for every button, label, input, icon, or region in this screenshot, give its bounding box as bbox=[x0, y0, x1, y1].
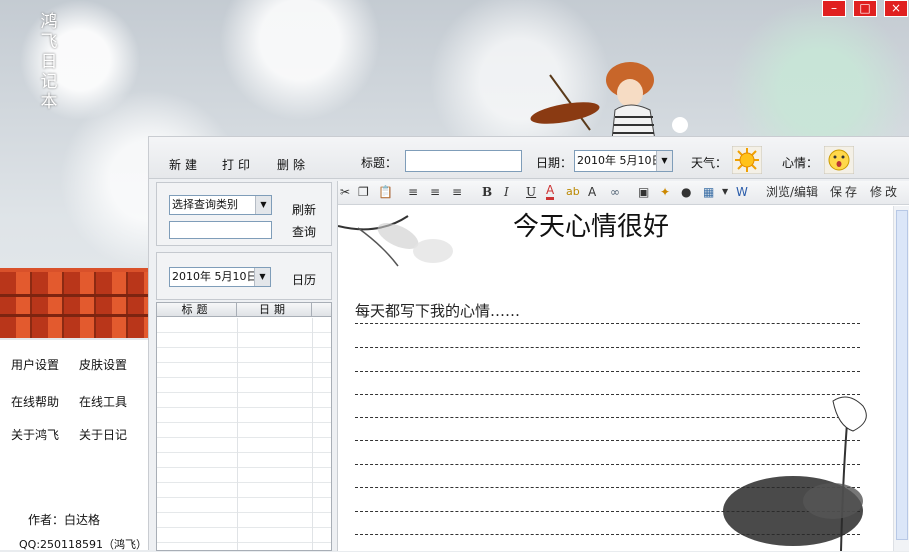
query-input[interactable] bbox=[169, 221, 272, 239]
cut-icon[interactable]: ✂ bbox=[340, 184, 350, 200]
minimize-button[interactable]: – bbox=[822, 0, 846, 17]
app-title-char: 日 bbox=[40, 52, 58, 72]
violinist-girl-illustration bbox=[530, 62, 688, 140]
align-right-icon[interactable]: ≡ bbox=[452, 184, 462, 200]
special-icon[interactable]: ✦ bbox=[660, 184, 670, 200]
list-rows bbox=[157, 318, 331, 550]
underline-icon[interactable]: U bbox=[526, 184, 536, 200]
compass-icon[interactable]: ● bbox=[681, 184, 691, 200]
about-diary-link[interactable]: 关于日记 bbox=[79, 426, 127, 443]
user-settings-link[interactable]: 用户设置 bbox=[11, 356, 59, 373]
date-filter-panel: 2010年 5月10日 ▼ 日历 bbox=[156, 252, 332, 300]
online-help-link[interactable]: 在线帮助 bbox=[11, 393, 59, 410]
document-title[interactable]: 今天心情很好 bbox=[513, 206, 669, 243]
print-button[interactable]: 打印 bbox=[222, 156, 254, 173]
diary-list[interactable]: 标题 日期 bbox=[156, 302, 332, 551]
column-divider bbox=[237, 318, 238, 550]
app-title-vertical: 鸿 飞 日 记 本 bbox=[40, 12, 58, 112]
chevron-down-icon[interactable]: ▼ bbox=[254, 268, 270, 286]
about-hongfei-link[interactable]: 关于鸿飞 bbox=[11, 426, 59, 443]
ruled-line bbox=[355, 323, 860, 324]
main-panel: 新建 打印 删除 标题： 日期： 2010年 5月10日 ▼ 天气： 心情： 选… bbox=[148, 136, 909, 551]
column-header-date[interactable]: 日期 bbox=[237, 303, 312, 316]
refresh-button[interactable]: 刷新 bbox=[292, 201, 316, 218]
ruled-line bbox=[355, 371, 860, 372]
title-label: 标题： bbox=[361, 156, 398, 170]
date-label: 日期： bbox=[536, 156, 573, 170]
category-select-value: 选择查询类别 bbox=[172, 198, 238, 211]
app-title-char: 记 bbox=[40, 72, 58, 92]
filter-date-picker[interactable]: 2010年 5月10日 ▼ bbox=[169, 267, 271, 287]
search-panel: 选择查询类别 ▼ 刷新 查询 bbox=[156, 182, 332, 246]
save-button[interactable]: 保存 bbox=[830, 184, 860, 200]
online-tools-link[interactable]: 在线工具 bbox=[79, 393, 127, 410]
app-title-char: 本 bbox=[40, 92, 58, 112]
browse-edit-button[interactable]: 浏览/编辑 bbox=[766, 184, 818, 200]
dropdown-icon[interactable]: ▼ bbox=[722, 184, 728, 200]
chevron-down-icon[interactable]: ▼ bbox=[255, 196, 271, 214]
top-toolbar: 新建 打印 删除 标题： 日期： 2010年 5月10日 ▼ 天气： 心情： bbox=[149, 137, 909, 179]
bold-icon[interactable]: B bbox=[482, 184, 492, 200]
calendar-button[interactable]: 日历 bbox=[292, 271, 316, 288]
document-area[interactable]: 今天心情很好 每天都写下我的心情…… bbox=[338, 206, 893, 551]
italic-icon[interactable]: I bbox=[504, 184, 509, 200]
list-header: 标题 日期 bbox=[157, 303, 331, 317]
font-color-icon[interactable]: A bbox=[546, 184, 555, 200]
left-menu: 用户设置 皮肤设置 在线帮助 在线工具 关于鸿飞 关于日记 作者：白达格 QQ:… bbox=[0, 340, 148, 551]
table-icon[interactable]: ▦ bbox=[703, 184, 714, 200]
close-button[interactable]: × bbox=[884, 0, 908, 17]
smiley-mood-icon[interactable] bbox=[824, 146, 854, 174]
lotus-ink-decoration bbox=[723, 396, 867, 551]
delete-button[interactable]: 删除 bbox=[277, 156, 309, 173]
category-select[interactable]: 选择查询类别 ▼ bbox=[169, 195, 272, 215]
editor-toolbar: ✂ ❐ 📋 ≡ ≡ ≡ B I U A ab A ∞ ▣ ✦ ● ▦ ▼ W 浏… bbox=[338, 181, 909, 205]
sun-weather-icon[interactable] bbox=[732, 146, 762, 174]
query-button[interactable]: 查询 bbox=[292, 223, 316, 240]
app-title-char: 鸿 bbox=[40, 12, 58, 32]
title-input[interactable] bbox=[405, 150, 522, 172]
author-label: 作者：白达格 bbox=[28, 513, 101, 527]
mood-label: 心情： bbox=[782, 156, 819, 170]
diary-editor: ✂ ❐ 📋 ≡ ≡ ≡ B I U A ab A ∞ ▣ ✦ ● ▦ ▼ W 浏… bbox=[337, 181, 909, 551]
maximize-button[interactable]: □ bbox=[853, 0, 877, 17]
ruled-line bbox=[355, 347, 860, 348]
font-size-icon[interactable]: A bbox=[588, 184, 596, 200]
filter-date-value: 2010年 5月10日 bbox=[172, 270, 258, 283]
date-picker-value: 2010年 5月10日 bbox=[577, 154, 663, 167]
weather-label: 天气： bbox=[691, 156, 728, 170]
highlight-icon[interactable]: ab bbox=[566, 184, 580, 200]
modify-button[interactable]: 修改 bbox=[870, 184, 900, 200]
image-icon[interactable]: ▣ bbox=[638, 184, 649, 200]
app-title-char: 飞 bbox=[40, 32, 58, 52]
word-icon[interactable]: W bbox=[736, 184, 748, 200]
column-header-blank bbox=[312, 303, 331, 316]
paste-icon[interactable]: 📋 bbox=[378, 184, 393, 200]
copy-icon[interactable]: ❐ bbox=[358, 184, 369, 200]
vertical-scrollbar[interactable] bbox=[893, 206, 909, 551]
column-header-title[interactable]: 标题 bbox=[157, 303, 237, 316]
column-divider bbox=[312, 318, 313, 550]
roof-tiles-decoration bbox=[0, 268, 148, 338]
date-picker[interactable]: 2010年 5月10日 ▼ bbox=[574, 150, 673, 172]
scrollbar-thumb[interactable] bbox=[896, 210, 908, 540]
link-icon[interactable]: ∞ bbox=[610, 184, 620, 200]
chevron-down-icon[interactable]: ▼ bbox=[656, 151, 672, 171]
align-center-icon[interactable]: ≡ bbox=[430, 184, 440, 200]
document-body[interactable]: 每天都写下我的心情…… bbox=[355, 300, 520, 321]
new-button[interactable]: 新建 bbox=[169, 156, 201, 173]
ink-branch-decoration bbox=[338, 215, 453, 267]
skin-settings-link[interactable]: 皮肤设置 bbox=[79, 356, 127, 373]
align-left-icon[interactable]: ≡ bbox=[408, 184, 418, 200]
